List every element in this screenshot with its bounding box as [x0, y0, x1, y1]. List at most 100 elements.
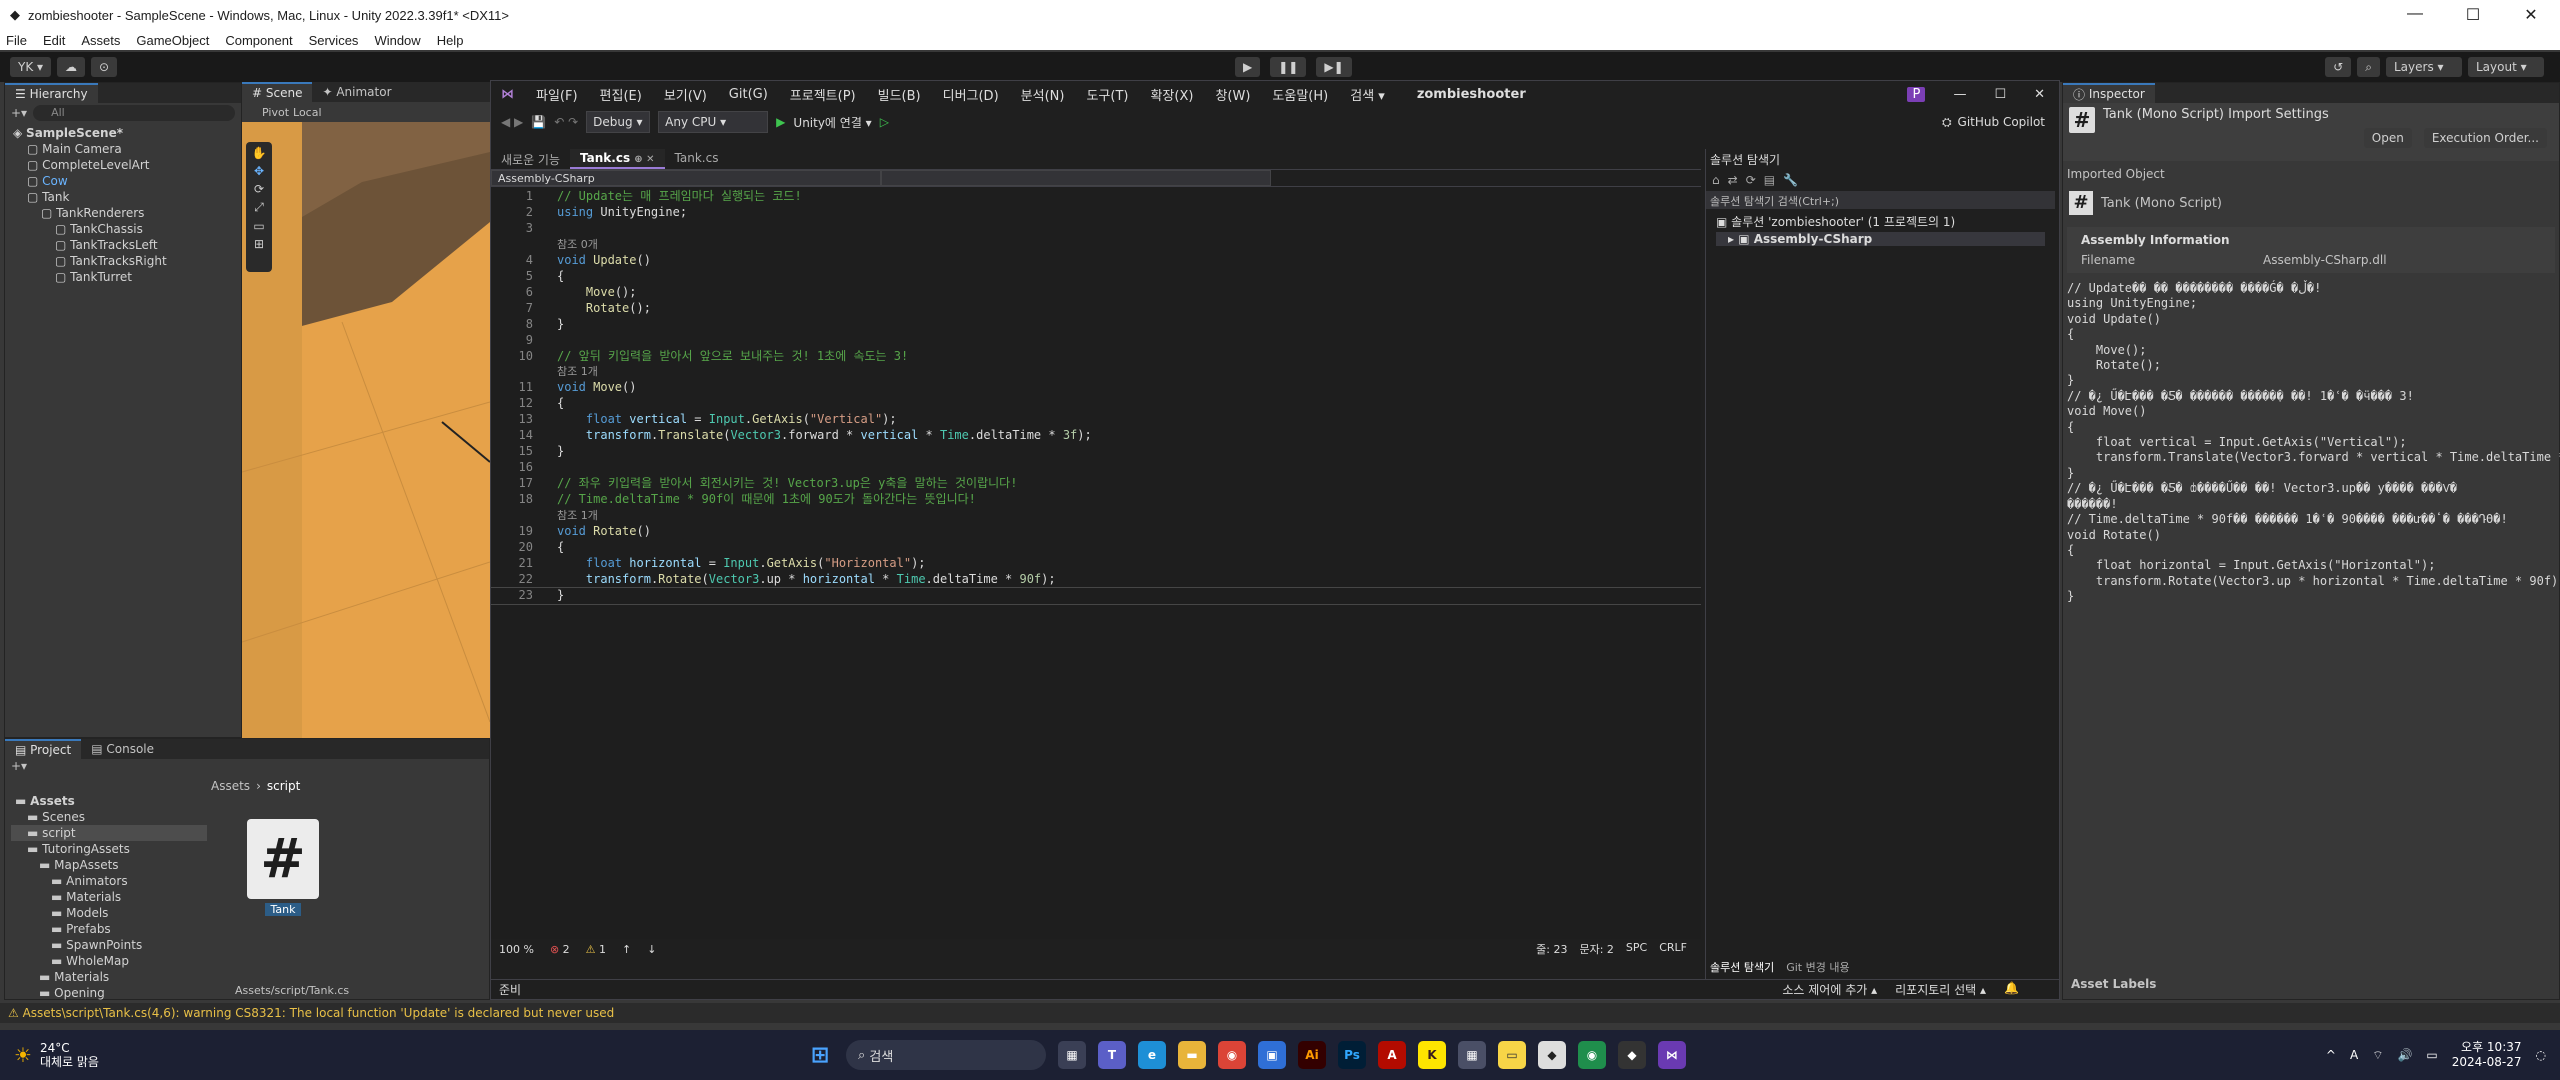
- clock[interactable]: 오후 10:37 2024-08-27: [2452, 1040, 2522, 1070]
- code-editor[interactable]: 1 // Update는 매 프레임마다 실행되는 코드! 2 using Uni…: [491, 187, 1701, 939]
- vs-back-icon[interactable]: ◀ ▶: [501, 115, 523, 129]
- vs-menu-debug[interactable]: 디버그(D): [943, 85, 999, 104]
- nav-up-icon[interactable]: ↑: [622, 943, 631, 956]
- hierarchy-item[interactable]: ◈ SampleScene*: [5, 125, 241, 141]
- project-folder[interactable]: ▬ SpawnPoints: [11, 937, 207, 953]
- member-nav-dropdown[interactable]: [881, 170, 1271, 186]
- se-collapse-icon[interactable]: ▤: [1764, 173, 1775, 187]
- vs-menu-help[interactable]: 도움말(H): [1272, 85, 1328, 104]
- menu-gameobject[interactable]: GameObject: [136, 33, 209, 48]
- repo-select-button[interactable]: 리포지토리 선택 ▴: [1895, 981, 1986, 998]
- menu-file[interactable]: File: [6, 33, 27, 48]
- code-lens[interactable]: 참조 1개: [491, 364, 1701, 380]
- explorer-icon[interactable]: ▬: [1178, 1041, 1206, 1069]
- pivot-dropdown[interactable]: Pivot: [262, 106, 289, 119]
- se-search-input[interactable]: 솔루션 탐색기 검색(Ctrl+;): [1706, 191, 2055, 209]
- code-lens[interactable]: 참조 1개: [491, 508, 1701, 524]
- play-button[interactable]: ▶: [1235, 57, 1260, 77]
- vs-undo-icon[interactable]: ↶ ↷: [554, 115, 578, 129]
- vs-menu-tools[interactable]: 도구(T): [1086, 85, 1128, 104]
- project-folder[interactable]: ▬ Materials: [11, 889, 207, 905]
- config-dropdown[interactable]: Debug ▾: [586, 111, 650, 133]
- search-icon[interactable]: ⌕: [2357, 57, 2380, 77]
- tab-solution-explorer[interactable]: 솔루션 탐색기: [1710, 959, 1774, 979]
- cloud-icon[interactable]: ☁: [57, 57, 85, 77]
- calculator-icon[interactable]: ▦: [1458, 1041, 1486, 1069]
- project-folder[interactable]: ▬ TutoringAssets: [11, 841, 207, 857]
- volume-icon[interactable]: 🔊: [2397, 1048, 2412, 1062]
- tab-console[interactable]: ▤ Console: [81, 739, 164, 759]
- project-folder[interactable]: ▬ MapAssets: [11, 857, 207, 873]
- vs-run-icon[interactable]: ▶: [776, 115, 785, 129]
- kakaotalk-icon[interactable]: K: [1418, 1041, 1446, 1069]
- console-status-bar[interactable]: ⚠ Assets\script\Tank.cs(4,6): warning CS…: [0, 1003, 2560, 1023]
- unity-hub-icon[interactable]: ◆: [1538, 1041, 1566, 1069]
- account-button[interactable]: YK ▾: [10, 57, 51, 77]
- vs-menu-build[interactable]: 빌드(B): [878, 85, 921, 104]
- project-folder[interactable]: ▬ Animators: [11, 873, 207, 889]
- edge-icon[interactable]: e: [1138, 1041, 1166, 1069]
- local-dropdown[interactable]: Local: [293, 106, 322, 119]
- project-folder[interactable]: ▬ script: [11, 825, 207, 841]
- zoom-level[interactable]: 100 %: [499, 943, 534, 956]
- maximize-icon[interactable]: ☐: [2444, 5, 2502, 25]
- tab-inspector[interactable]: ⓘ Inspector: [2063, 83, 2155, 103]
- scene-viewport[interactable]: [242, 122, 490, 738]
- hierarchy-item[interactable]: ▢ TankRenderers: [5, 205, 241, 221]
- tab-project[interactable]: ▤ Project: [5, 739, 81, 759]
- vs-save-icon[interactable]: 💾: [531, 115, 546, 129]
- tab-tank-active[interactable]: Tank.cs ⊕ ✕: [570, 149, 665, 169]
- menu-component[interactable]: Component: [225, 33, 292, 48]
- unity-editor-icon[interactable]: ◆: [1618, 1041, 1646, 1069]
- se-project-node[interactable]: ▸ ▣ Assembly-CSharp: [1716, 232, 2045, 246]
- open-button[interactable]: Open: [2364, 128, 2412, 148]
- project-nav-dropdown[interactable]: Assembly-CSharp: [491, 170, 881, 186]
- hierarchy-item[interactable]: ▢ Main Camera: [5, 141, 241, 157]
- input-language[interactable]: A: [2350, 1048, 2358, 1062]
- project-add-icon[interactable]: +▾: [5, 759, 489, 777]
- menu-services[interactable]: Services: [309, 33, 359, 48]
- project-folder[interactable]: ▬ Materials: [11, 969, 207, 985]
- breadcrumb-script[interactable]: script: [267, 779, 300, 795]
- project-folder[interactable]: ▬ Opening: [11, 985, 207, 1001]
- layout-dropdown[interactable]: Layout ▾: [2468, 57, 2544, 77]
- code-lens[interactable]: 참조 0개: [491, 237, 1701, 253]
- project-folder[interactable]: ▬ Scenes: [11, 809, 207, 825]
- tab-scene[interactable]: # Scene: [242, 82, 312, 102]
- tab-animator[interactable]: ✦ Animator: [312, 82, 401, 102]
- source-control-button[interactable]: 소스 제어에 추가 ▴: [1782, 981, 1877, 998]
- line-ending[interactable]: CRLF: [1659, 941, 1687, 957]
- minimize-icon[interactable]: —: [2386, 5, 2444, 25]
- project-folder[interactable]: ▬ WholeMap: [11, 953, 207, 969]
- tab-git-changes[interactable]: Git 변경 내용: [1786, 959, 1849, 979]
- network-icon[interactable]: ⌔: [2372, 1048, 2383, 1063]
- hierarchy-item[interactable]: ▢ TankChassis: [5, 221, 241, 237]
- acrobat-icon[interactable]: A: [1378, 1041, 1406, 1069]
- vs-menu-view[interactable]: 보기(V): [664, 85, 707, 104]
- menu-window[interactable]: Window: [374, 33, 420, 48]
- menu-help[interactable]: Help: [437, 33, 464, 48]
- hierarchy-item[interactable]: ▢ CompleteLevelArt: [5, 157, 241, 173]
- history-icon[interactable]: ↺: [2325, 57, 2351, 77]
- hierarchy-item[interactable]: ▢ TankTracksLeft: [5, 237, 241, 253]
- se-sync-icon[interactable]: ⇄: [1728, 173, 1738, 187]
- pause-button[interactable]: ❚❚: [1270, 57, 1306, 77]
- hierarchy-item[interactable]: ▢ Tank: [5, 189, 241, 205]
- menu-edit[interactable]: Edit: [43, 33, 65, 48]
- whitespace-mode[interactable]: SPC: [1626, 941, 1647, 957]
- start-icon[interactable]: ⊞: [806, 1041, 834, 1069]
- se-refresh-icon[interactable]: ⟳: [1746, 173, 1756, 187]
- vs-menu-extensions[interactable]: 확장(X): [1150, 85, 1193, 104]
- vs-search[interactable]: 검색 ▾: [1350, 85, 1385, 104]
- project-folder[interactable]: ▬ Models: [11, 905, 207, 921]
- chrome-profile-icon[interactable]: ◉: [1578, 1041, 1606, 1069]
- battery-icon[interactable]: ▭: [2426, 1048, 2437, 1062]
- weather-icon[interactable]: ☀: [14, 1043, 32, 1067]
- vs-maximize-icon[interactable]: ☐: [1994, 87, 2006, 102]
- execution-order-button[interactable]: Execution Order...: [2424, 128, 2547, 148]
- rotate-tool-icon[interactable]: ⟳: [254, 182, 264, 196]
- error-count[interactable]: ⊗ 2: [550, 943, 570, 956]
- menu-assets[interactable]: Assets: [81, 33, 120, 48]
- vs-minimize-icon[interactable]: —: [1953, 87, 1966, 102]
- scale-tool-icon[interactable]: ⤢: [254, 200, 264, 215]
